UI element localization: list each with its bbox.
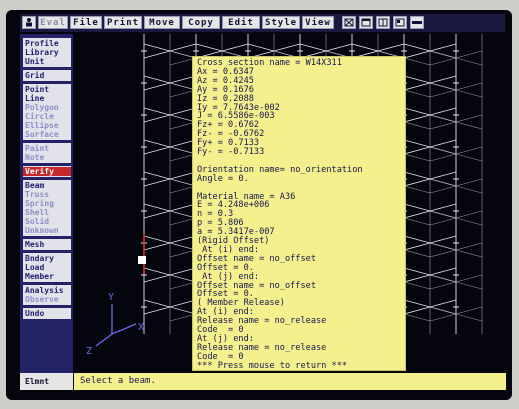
beam-properties-popup[interactable]: Cross section name = W14X311 Ax = 0.6347 A… xyxy=(192,56,406,371)
layout-icon[interactable] xyxy=(393,16,407,29)
sidebar-item-load[interactable]: Load xyxy=(23,263,71,272)
sidebar-item-surface[interactable]: Surface xyxy=(23,130,71,139)
sidebar-item-spring[interactable]: Spring xyxy=(23,199,71,208)
person-icon[interactable] xyxy=(22,16,36,29)
axis-z xyxy=(95,333,113,347)
sidebar-item-ellipse[interactable]: Ellipse xyxy=(23,121,71,130)
sidebar-item-beam[interactable]: Beam xyxy=(23,181,71,190)
sidebar-item-observe[interactable]: Observe xyxy=(23,295,71,304)
sidebar-item-unknown[interactable]: Unknown xyxy=(23,226,71,235)
close-window-icon[interactable] xyxy=(410,16,424,29)
sidebar-item-verify[interactable]: Verify xyxy=(23,167,71,176)
sidebar-item-shell[interactable]: Shell xyxy=(23,208,71,217)
sidebar-item-paint[interactable]: Paint xyxy=(23,144,71,153)
sidebar-item-member[interactable]: Member xyxy=(23,272,71,281)
sidebar-item-note[interactable]: Note xyxy=(23,153,71,162)
menu-eval[interactable]: Eval xyxy=(38,16,68,29)
menu-bar: Eval File Print Move Copy Edit Style View xyxy=(20,14,505,32)
sidebar-item-library[interactable]: Library xyxy=(23,48,71,57)
sidebar-item-truss[interactable]: Truss xyxy=(23,190,71,199)
menu-print[interactable]: Print xyxy=(104,16,142,29)
popup-return-hint: *** Press mouse to return *** xyxy=(197,360,348,371)
sidebar-item-profile[interactable]: Profile xyxy=(23,39,71,48)
monitor-frame: Eval File Print Move Copy Edit Style View Profi… xyxy=(0,0,519,409)
menu-style[interactable]: Style xyxy=(262,16,300,29)
menu-edit[interactable]: Edit xyxy=(222,16,260,29)
sidebar-item-circle[interactable]: Circle xyxy=(23,112,71,121)
menu-view[interactable]: View xyxy=(302,16,334,29)
sidebar-item-mesh[interactable]: Mesh xyxy=(23,240,71,249)
sidebar-item-grid[interactable]: Grid xyxy=(23,71,71,80)
popup-line: Fy- = -0.7133 xyxy=(197,147,265,157)
menu-file[interactable]: File xyxy=(70,16,102,29)
sidebar-item-analysis[interactable]: Analysis xyxy=(23,286,71,295)
status-mode-label: Elmnt xyxy=(20,373,73,390)
window-icon[interactable] xyxy=(359,16,373,29)
menu-copy[interactable]: Copy xyxy=(182,16,220,29)
sidebar-item-unit[interactable]: Unit xyxy=(23,57,71,66)
zoom-box-icon[interactable] xyxy=(342,16,356,29)
axis-x xyxy=(111,323,137,335)
sidebar-item-undo[interactable]: Undo xyxy=(23,309,71,318)
sidebar-item-point[interactable]: Point xyxy=(23,85,71,94)
status-message: Select a beam. xyxy=(74,373,506,390)
sidebar-item-line[interactable]: Line xyxy=(23,94,71,103)
axis-label-y: Y xyxy=(108,292,114,303)
mouse-cursor-icon xyxy=(138,256,146,264)
command-sidebar: Profile Library Unit Grid Point Line Polygon Ci… xyxy=(20,34,73,384)
axis-label-z: Z xyxy=(86,346,92,357)
split-view-icon[interactable] xyxy=(376,16,390,29)
sidebar-item-solid[interactable]: Solid xyxy=(23,217,71,226)
axis-label-x: X xyxy=(138,322,144,333)
sidebar-item-polygon[interactable]: Polygon xyxy=(23,103,71,112)
sidebar-item-bndary[interactable]: Bndary xyxy=(23,254,71,263)
popup-line: Angle = 0. xyxy=(197,173,249,184)
menu-move[interactable]: Move xyxy=(144,16,180,29)
